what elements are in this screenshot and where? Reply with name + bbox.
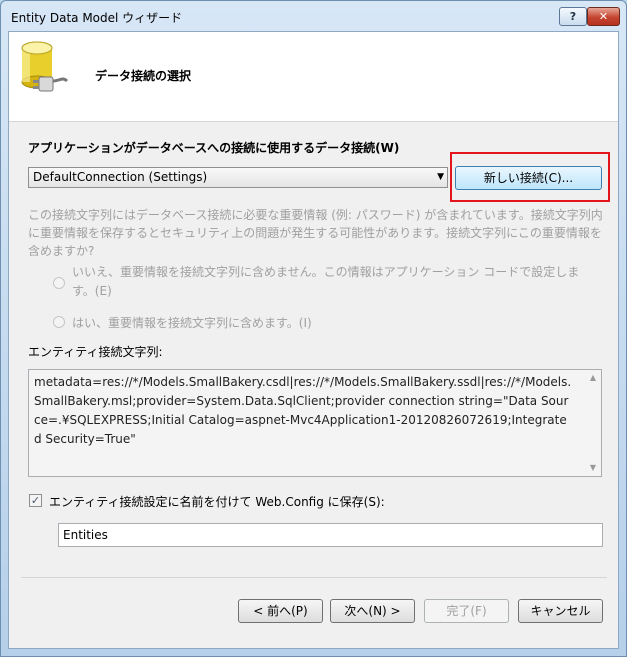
sensitive-info-description: この接続文字列にはデータベース接続に必要な重要情報 (例: パスワード) が含ま… [28, 208, 603, 258]
connection-select[interactable]: DefaultConnection (Settings) ▼ [28, 167, 448, 188]
close-button[interactable]: ✕ [587, 7, 620, 26]
window-title: Entity Data Model ウィザード [11, 11, 183, 25]
next-button[interactable]: 次へ(N) > [330, 599, 415, 623]
footer-divider [21, 577, 607, 578]
connection-label: アプリケーションがデータベースへの接続に使用するデータ接続(W) [28, 141, 400, 155]
help-button[interactable]: ? [559, 7, 587, 26]
new-connection-button[interactable]: 新しい接続(C)... [455, 166, 602, 190]
checkmark-icon: ✓ [30, 494, 41, 507]
chevron-down-icon: ▼ [437, 172, 444, 182]
connection-select-value: DefaultConnection (Settings) [33, 170, 208, 184]
scroll-up-icon[interactable]: ▲ [585, 370, 601, 386]
save-webconfig-label: エンティティ接続設定に名前を付けて Web.Config に保存(S): [49, 495, 385, 509]
wizard-window: Entity Data Model ウィザード ? ✕ データ接続の選択 アプリ… [0, 0, 627, 657]
entity-connection-string-value: metadata=res://*/Models.SmallBakery.csdl… [34, 375, 572, 446]
cancel-button[interactable]: キャンセル [518, 599, 603, 623]
entity-name-value: Entities [63, 528, 108, 542]
radio-exclude-sensitive[interactable] [53, 277, 65, 289]
back-button[interactable]: < 前へ(P) [238, 599, 323, 623]
save-webconfig-checkbox[interactable]: ✓ [29, 494, 42, 507]
radio-include-sensitive-label: はい、重要情報を接続文字列に含めます。(I) [72, 316, 312, 330]
title-bar[interactable]: Entity Data Model ウィザード ? ✕ [1, 1, 626, 31]
page-title: データ接続の選択 [95, 69, 192, 83]
database-plug-icon [21, 41, 69, 92]
entity-string-label: エンティティ接続文字列: [28, 345, 163, 359]
radio-include-sensitive[interactable] [53, 316, 65, 328]
radio-exclude-sensitive-label: いいえ、重要情報を接続文字列に含めません。この情報はアプリケーション コードで設… [72, 265, 580, 298]
finish-button[interactable]: 完了(F) [424, 599, 509, 623]
scroll-down-icon[interactable]: ▼ [585, 460, 601, 476]
dialog-client: データ接続の選択 アプリケーションがデータベースへの接続に使用するデータ接続(W… [8, 31, 619, 649]
header-panel: データ接続の選択 [9, 32, 618, 122]
entity-connection-string-textarea[interactable]: metadata=res://*/Models.SmallBakery.csdl… [28, 369, 602, 477]
vertical-scrollbar[interactable]: ▲ ▼ [585, 370, 601, 476]
entity-name-input[interactable]: Entities [58, 523, 603, 547]
